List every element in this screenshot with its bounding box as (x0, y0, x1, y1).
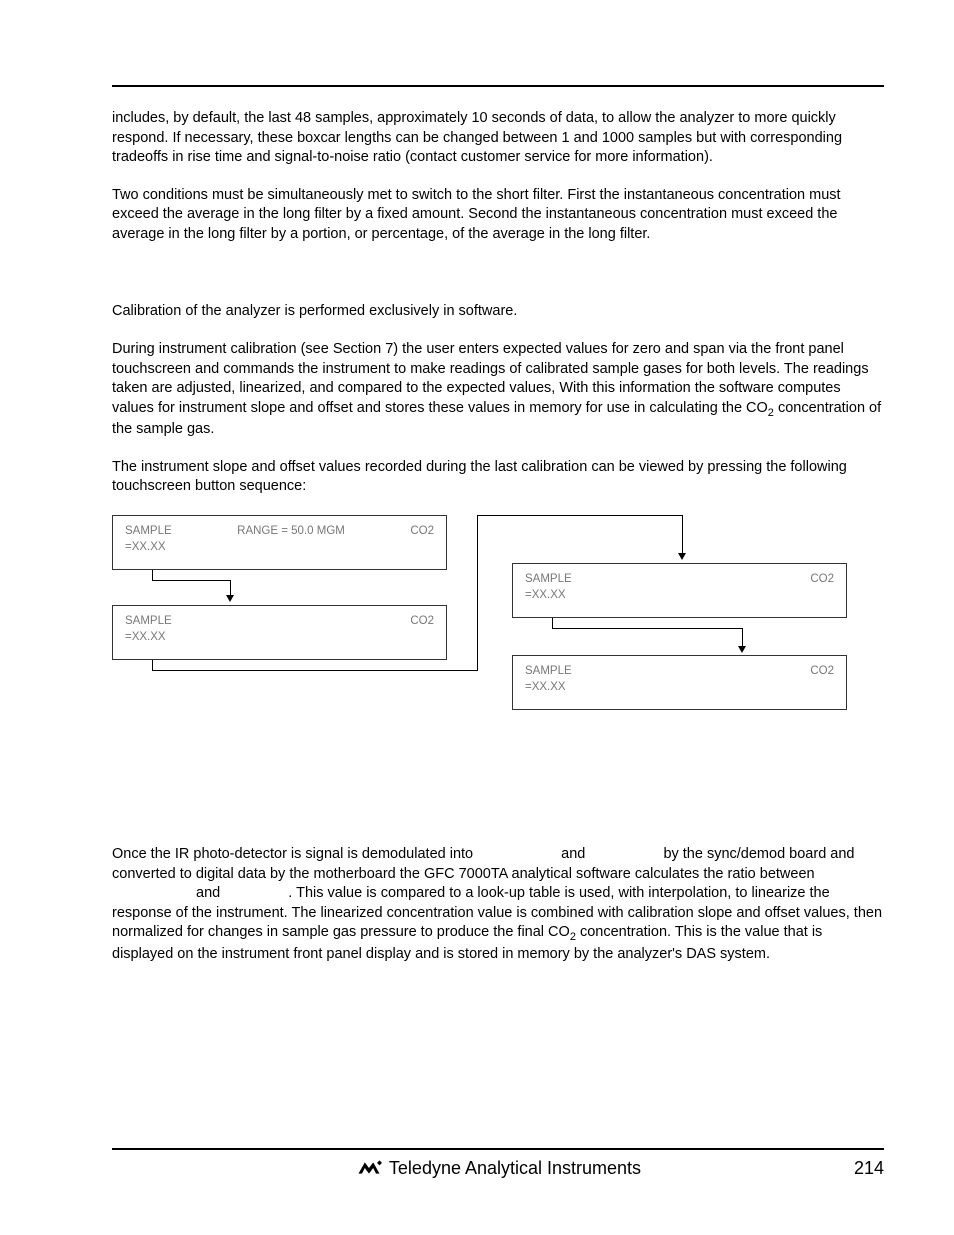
sample-value: =XX.XX (125, 541, 166, 553)
paragraph-5: The instrument slope and offset values r… (112, 458, 884, 497)
top-rule (112, 85, 884, 87)
p6-a: Once the IR photo-detector is signal is … (112, 846, 477, 862)
co2-label: CO2 (810, 572, 834, 603)
co2-label: CO2 (410, 524, 434, 555)
sample-label: SAMPLE (125, 615, 172, 627)
page-number: 214 (844, 1156, 884, 1180)
screen-box-3: SAMPLE =XX.XX CO2 (512, 563, 847, 618)
p6-b: and (561, 846, 589, 862)
sample-value: =XX.XX (125, 631, 166, 643)
paragraph-2: Two conditions must be simultaneously me… (112, 186, 884, 245)
screen-box-1: SAMPLE =XX.XX RANGE = 50.0 MGM CO2 (112, 515, 447, 570)
co2-label: CO2 (810, 664, 834, 695)
sample-value: =XX.XX (525, 681, 566, 693)
sample-label: SAMPLE (525, 573, 572, 585)
paragraph-3: Calibration of the analyzer is performed… (112, 302, 884, 322)
paragraph-1: includes, by default, the last 48 sample… (112, 109, 884, 168)
screen-box-2: SAMPLE =XX.XX CO2 (112, 605, 447, 660)
arrow-down-icon (738, 646, 746, 653)
teledyne-logo-icon (355, 1158, 383, 1178)
sample-value: =XX.XX (525, 589, 566, 601)
p6-d: and (196, 885, 224, 901)
paragraph-4a: During instrument calibration (see Secti… (112, 341, 869, 416)
sample-label: SAMPLE (525, 665, 572, 677)
range-label: RANGE = 50.0 MGM (192, 524, 391, 555)
sample-label: SAMPLE (125, 525, 172, 537)
footer-company: Teledyne Analytical Instruments (389, 1156, 641, 1180)
co2-label: CO2 (410, 614, 434, 645)
touchscreen-diagram: SAMPLE =XX.XX RANGE = 50.0 MGM CO2 SAMPL… (112, 515, 884, 735)
arrow-down-icon (226, 595, 234, 602)
screen-box-4: SAMPLE =XX.XX CO2 (512, 655, 847, 710)
arrow-down-icon (678, 553, 686, 560)
page-footer: Teledyne Analytical Instruments 214 (0, 1148, 954, 1180)
paragraph-4: During instrument calibration (see Secti… (112, 340, 884, 440)
paragraph-6: Once the IR photo-detector is signal is … (112, 845, 884, 965)
